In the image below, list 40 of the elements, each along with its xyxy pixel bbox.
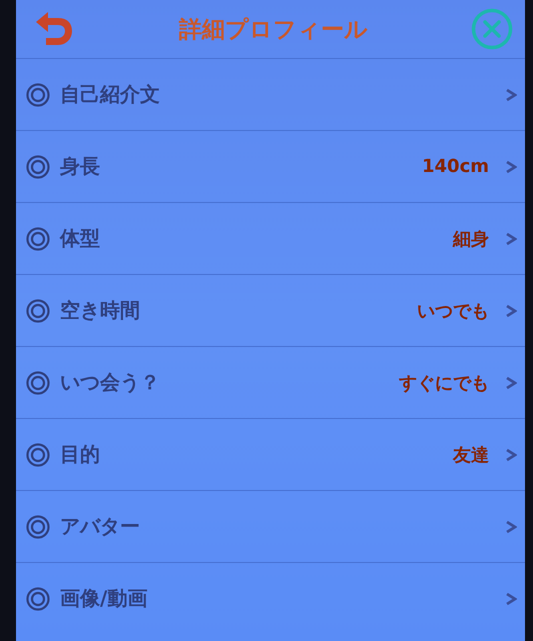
chevron-right-icon [505, 520, 517, 534]
row-label: 体型 [60, 225, 101, 252]
row-label: アバター [60, 513, 141, 540]
close-button[interactable] [471, 8, 513, 50]
chevron-right-icon [505, 448, 517, 462]
row-label: いつ会う？ [60, 369, 161, 396]
double-circle-icon [26, 82, 50, 106]
chevron-right-icon [505, 88, 517, 102]
chevron-right-icon [505, 376, 517, 390]
double-circle-icon [26, 298, 50, 322]
double-circle-icon [26, 226, 50, 250]
profile-row[interactable]: 体型 細身 [16, 202, 525, 274]
profile-row[interactable]: 自己紹介文 [16, 58, 525, 130]
chevron-right-icon [505, 232, 517, 246]
row-label: 自己紹介文 [60, 81, 161, 108]
profile-row[interactable]: いつ会う？ すぐにでも [16, 346, 525, 418]
profile-row[interactable]: 目的 友達 [16, 418, 525, 490]
row-value: いつでも [417, 300, 489, 322]
profile-row[interactable]: 身長 140cm [16, 130, 525, 202]
profile-row[interactable]: アバター [16, 490, 525, 562]
row-label: 空き時間 [60, 297, 141, 324]
page-title: 詳細プロフィール [179, 16, 368, 44]
chevron-right-icon [505, 304, 517, 318]
double-circle-icon [26, 154, 50, 178]
row-label: 画像/動画 [60, 585, 148, 612]
row-label: 身長 [60, 153, 101, 180]
row-label: 目的 [60, 441, 101, 468]
row-value: 140cm [422, 156, 489, 177]
profile-row[interactable]: 画像/動画 [16, 562, 525, 634]
double-circle-icon [26, 514, 50, 538]
double-circle-icon [26, 370, 50, 394]
row-value: 細身 [453, 228, 489, 250]
close-icon [471, 8, 513, 50]
double-circle-icon [26, 586, 50, 610]
row-value: すぐにでも [399, 372, 489, 394]
profile-row[interactable]: 空き時間 いつでも [16, 274, 525, 346]
row-value: 友達 [453, 444, 489, 466]
chevron-right-icon [505, 160, 517, 174]
double-circle-icon [26, 442, 50, 466]
chevron-right-icon [505, 592, 517, 606]
